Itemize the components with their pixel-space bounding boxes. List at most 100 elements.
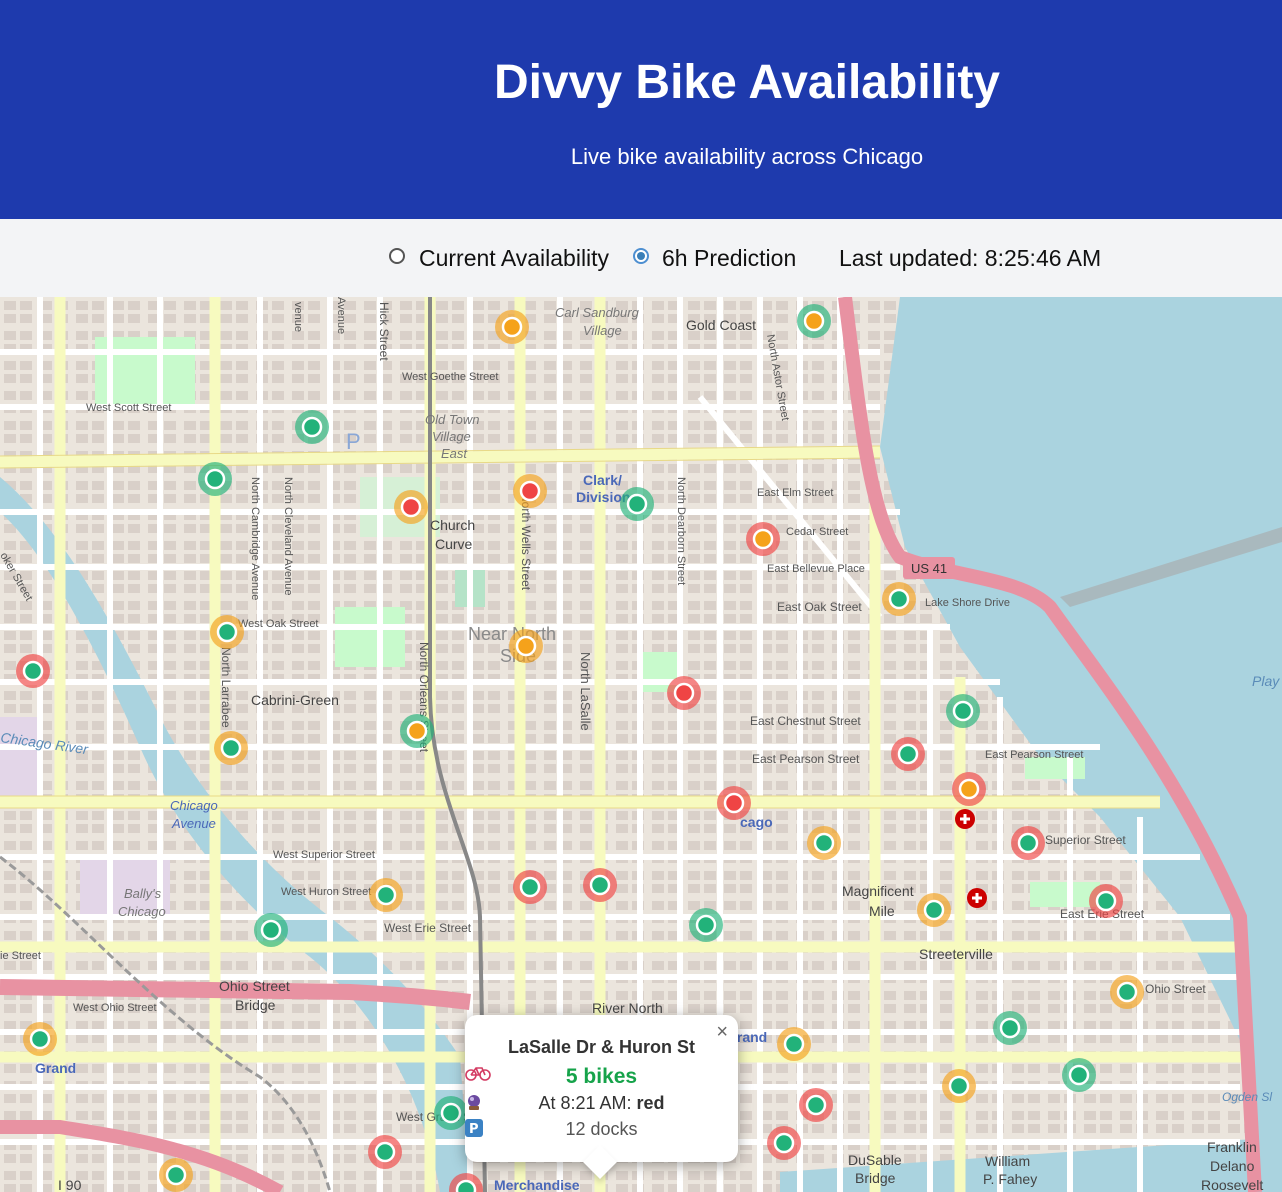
label-dusable: DuSable [848,1152,902,1168]
label-ogden: Ogden Sl [1222,1090,1272,1104]
label-lake-shore: Lake Shore Drive [925,597,1010,609]
station-marker[interactable] [807,826,841,860]
current-availability-label[interactable]: Current Availability [419,245,609,271]
bike-count: 5 bikes [565,1065,638,1088]
station-marker[interactable] [23,1022,57,1056]
station-marker[interactable] [369,878,403,912]
label-ohio-bridge: Ohio Street [219,978,290,994]
label-west-huron: West Huron Street [281,886,371,898]
controls-bar: Current Availability 6h Prediction Last … [0,219,1282,297]
docks-row: P 12 docks [465,1119,738,1140]
station-marker[interactable] [917,893,951,927]
parking-icon: P [465,1119,483,1137]
station-marker[interactable] [767,1126,801,1160]
station-marker[interactable] [717,786,751,820]
page-subtitle: Live bike availability across Chicago [570,144,924,169]
station-marker[interactable] [400,714,434,748]
station-marker[interactable] [1089,884,1123,918]
station-marker[interactable] [799,1088,833,1122]
prediction-row: At 8:21 AM: red [465,1093,738,1114]
station-marker[interactable] [513,474,547,508]
station-marker[interactable] [513,870,547,904]
label-west-ohio: West Ohio Street [73,1002,157,1014]
current-availability-radio[interactable] [389,248,405,264]
label-river-north: River North [592,1000,663,1016]
label-west-erie: West Erie Street [384,921,472,935]
station-marker[interactable] [667,676,701,710]
label-i90: I 90 [58,1177,82,1192]
label-william: William [985,1153,1030,1169]
station-marker[interactable] [368,1135,402,1169]
label-east-elm: East Elm Street [757,487,833,499]
station-marker[interactable] [295,410,329,444]
station-marker[interactable] [689,908,723,942]
label-north-larrabee: North Larrabee [219,647,233,728]
bicycle-icon [465,1067,491,1081]
station-marker[interactable] [882,582,916,616]
label-franklin-3: Roosevelt [1201,1177,1263,1192]
label-gold-coast: Gold Coast [686,317,756,333]
station-marker[interactable] [891,737,925,771]
label-west-oak: West Oak Street [238,618,319,630]
label-north-dearborn: North Dearborn Street [675,477,687,585]
station-name: LaSalle Dr & Huron St [507,1037,696,1057]
label-old-town-east: East [441,446,468,461]
station-marker[interactable] [495,310,529,344]
station-marker[interactable] [1110,975,1144,1009]
svg-text:P: P [469,1122,479,1137]
label-chicago-cta: cago [740,814,773,830]
station-marker[interactable] [254,913,288,947]
station-marker[interactable] [946,694,980,728]
label-east-pearson-2: East Pearson Street [985,749,1083,761]
label-magnificent: Magnificent [842,883,914,899]
station-marker[interactable] [952,772,986,806]
label-superior: Superior Street [1045,833,1126,847]
station-marker[interactable] [214,731,248,765]
label-us41: US 41 [911,561,947,576]
label-clark-division: Clark/ [583,472,622,488]
prediction-6h-radio[interactable] [633,248,649,264]
station-marker[interactable] [797,304,831,338]
prediction-value: red [636,1093,665,1113]
station-marker[interactable] [198,462,232,496]
station-marker[interactable] [434,1096,468,1130]
station-marker[interactable] [583,868,617,902]
station-marker[interactable] [1011,826,1045,860]
label-chicago-avenue: Chicago [170,798,218,813]
station-marker[interactable] [509,629,543,663]
crystal-ball-icon [468,1095,480,1110]
label-ohio-bridge-2: Bridge [235,997,276,1013]
station-marker[interactable] [159,1158,193,1192]
dock-count: 12 docks [565,1119,638,1139]
label-north-cambridge: North Cambridge Avenue [249,477,261,600]
label-grand-left: Grand [35,1060,76,1076]
label-cedar: Cedar Street [786,526,848,538]
prediction-6h-label[interactable]: 6h Prediction [662,245,796,271]
label-east-chestnut: East Chestnut Street [750,714,861,728]
station-marker[interactable] [394,490,428,524]
label-streeterville: Streeterville [919,946,993,962]
label-curve: Curve [435,536,473,552]
station-marker[interactable] [942,1069,976,1103]
station-marker[interactable] [1062,1058,1096,1092]
label-west-scott: West Scott Street [86,402,171,414]
label-bally-1: Bally's [124,886,162,901]
map-view[interactable]: Carl Sandburg Village Gold Coast West Go… [0,297,1282,1192]
label-hick-street: Hick Street [377,302,391,361]
label-bellevue: East Bellevue Place [767,563,865,575]
station-marker[interactable] [746,522,780,556]
label-ohio-street: Ohio Street [1145,982,1206,996]
station-marker[interactable] [620,487,654,521]
app-header: Divvy Bike Availability Live bike availa… [0,0,1282,219]
label-play: Play [1252,673,1280,689]
label-bally-2: Chicago [118,904,166,919]
station-marker[interactable] [210,615,244,649]
label-venue: venue [292,302,304,332]
label-ie-street: ie Street [0,950,41,962]
label-west-superior: West Superior Street [273,849,375,861]
bike-count-row: 5 bikes [465,1065,738,1089]
station-marker[interactable] [16,654,50,688]
label-west-goethe: West Goethe Street [402,371,498,383]
station-marker[interactable] [993,1011,1027,1045]
station-marker[interactable] [777,1027,811,1061]
